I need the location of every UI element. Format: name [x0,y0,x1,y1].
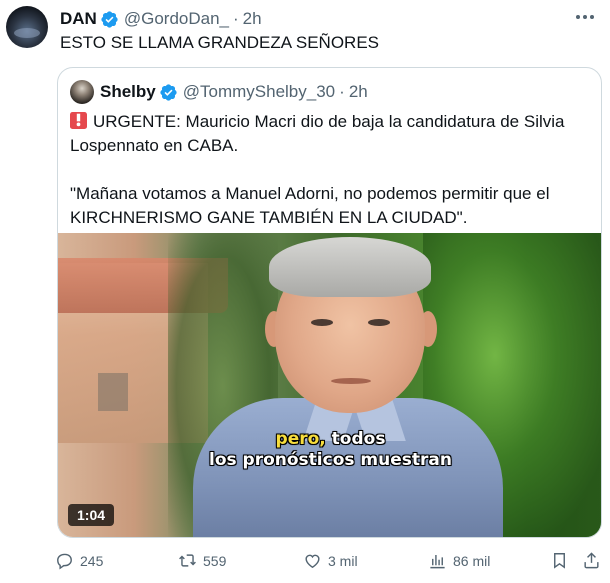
views-button[interactable]: 86 mil [428,551,490,570]
tweet-text: ESTO SE LLAMA GRANDEZA SEÑORES [60,33,380,52]
quoted-tweet-header: Shelby @TommyShelby_30 · 2h [100,80,368,104]
reply-button[interactable]: 245 [55,551,103,570]
share-button[interactable] [582,551,601,570]
reply-icon [57,553,72,570]
verified-badge-icon [101,10,118,28]
views-count: 86 mil [453,552,491,569]
quoted-line-4: KIRCHNERISMO GANE TAMBIÉN EN LA CIUDAD". [70,208,468,227]
quoted-author-handle: @TommyShelby_30 [182,82,336,101]
repost-count: 559 [203,552,227,569]
author-name[interactable]: DAN [60,9,97,29]
speaker-hair [269,237,431,297]
quoted-tweet[interactable]: Shelby @TommyShelby_30 · 2h URGENTE: Mau… [57,67,602,538]
reply-count: 245 [80,552,104,569]
quoted-author-name: Shelby [100,82,156,101]
share-icon [584,552,599,569]
bookmark-button[interactable] [550,551,569,570]
video-duration-badge: 1:04 [68,504,115,526]
tweet-header: DAN @GordoDan_ · 2h [60,8,262,30]
siren-icon [70,112,87,129]
quoted-line-1: URGENTE: Mauricio Macri dio de baja la c… [70,110,590,134]
quoted-tweet-time: 2h [348,82,368,101]
verified-badge-icon [160,83,177,101]
like-count: 3 mil [328,552,358,569]
repost-icon [179,554,196,567]
speaker-eye [311,319,333,326]
repost-button[interactable]: 559 [178,551,226,570]
quoted-line-3: "Mañana votamos a Manuel Adorni, no pode… [70,184,550,203]
separator: · [339,82,345,101]
like-button[interactable]: 3 mil [303,551,358,570]
video-background-window [98,373,128,411]
action-bar: 245 559 3 mil 86 mil [55,551,600,573]
quoted-line-2: Lospennato en CABA. [70,136,239,155]
more-icon[interactable] [574,10,596,24]
video-caption-line-2: los pronósticos muestran [209,450,452,470]
quoted-tweet-text: URGENTE: Mauricio Macri dio de baja la c… [70,110,590,230]
author-avatar[interactable] [6,6,48,48]
author-handle[interactable]: @GordoDan_ [124,9,229,29]
views-icon [430,554,445,569]
tweet-time[interactable]: 2h [243,9,262,29]
bookmark-icon [554,553,565,569]
video-player[interactable]: pero, todos los pronósticos muestran 1:0… [58,233,601,537]
separator: · [233,9,239,28]
speaker-mouth [331,378,371,384]
tweet: DAN @GordoDan_ · 2h ESTO SE LLAMA GRANDE… [0,0,610,583]
quoted-author-avatar [70,80,94,104]
video-caption-line-1: pero, todos [275,429,386,449]
video-speaker [193,233,503,537]
speaker-eye [368,319,390,326]
like-icon [305,554,320,569]
